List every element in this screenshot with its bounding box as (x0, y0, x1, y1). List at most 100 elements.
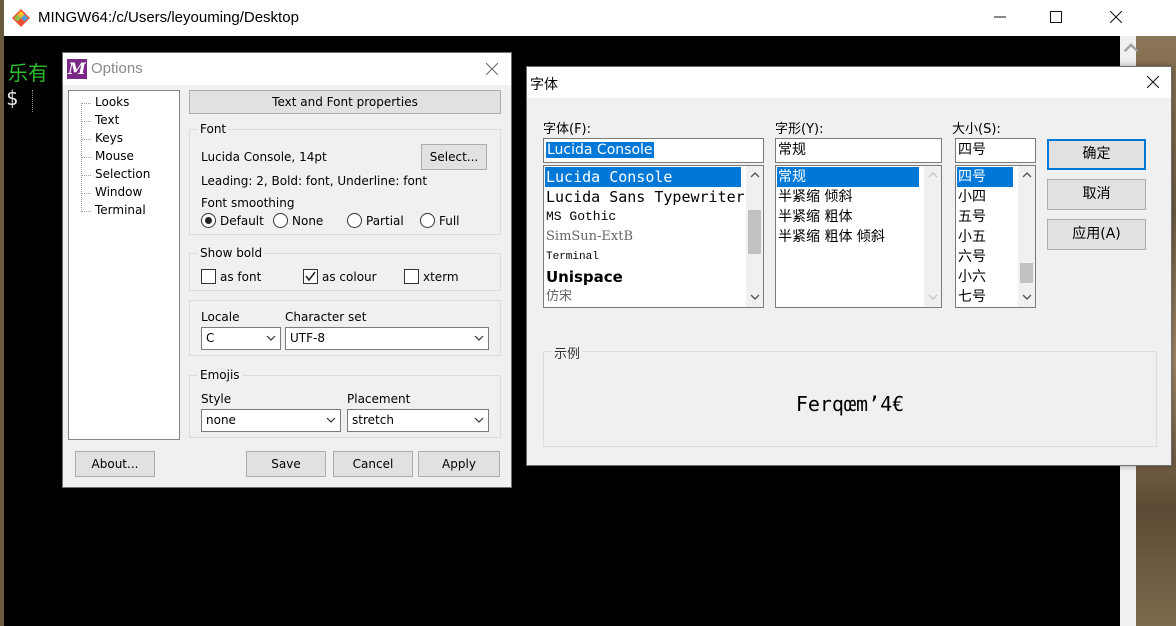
terminal-output-line: 乐有 (8, 61, 48, 85)
radio-partial[interactable] (347, 213, 362, 228)
emoji-placement-select[interactable]: stretch (347, 409, 489, 432)
style-list-item[interactable]: 常规 (777, 167, 919, 187)
radio-partial-label[interactable]: Partial (366, 214, 404, 228)
checkbox-xterm-label[interactable]: xterm (423, 270, 459, 284)
style-list-item[interactable]: 半紧缩 粗体 倾斜 (777, 227, 885, 247)
locale-label: Locale (201, 310, 240, 324)
radio-none-label[interactable]: None (292, 214, 323, 228)
font-list-item[interactable]: Terminal (545, 247, 599, 267)
show-bold-label: Show bold (198, 246, 265, 260)
cancel-button[interactable]: 取消 (1047, 179, 1146, 210)
font-list-item[interactable]: SimSun-ExtB (545, 227, 633, 247)
chevron-down-icon (474, 335, 484, 341)
font-name-input[interactable]: Lucida Console (543, 138, 764, 163)
mintty-app-icon: M (67, 59, 87, 79)
show-bold-group: Show bold as font as colour xterm (189, 246, 501, 291)
font-size-input[interactable]: 四号 (955, 138, 1036, 163)
scrollbar-thumb[interactable] (748, 210, 761, 254)
close-icon (1110, 11, 1122, 23)
close-icon (486, 63, 498, 75)
checkbox-as-font[interactable] (201, 269, 216, 284)
checkbox-as-font-label[interactable]: as font (220, 270, 261, 284)
chevron-down-icon (326, 417, 336, 423)
radio-default-label[interactable]: Default (220, 214, 264, 228)
font-size-label: 大小(S): (952, 122, 1001, 137)
size-list-scrollbar[interactable] (1018, 166, 1035, 307)
scrollbar-thumb[interactable] (1020, 263, 1033, 283)
about-button[interactable]: About... (75, 451, 155, 477)
cancel-button[interactable]: Cancel (333, 451, 413, 477)
font-name-list[interactable]: Lucida Console Lucida Sans Typewriter MS… (543, 165, 764, 308)
tree-item-window[interactable]: Window (95, 185, 142, 199)
checkbox-as-colour[interactable] (303, 269, 318, 284)
font-list-item[interactable]: Lucida Console (545, 167, 741, 187)
style-list-item[interactable]: 半紧缩 粗体 (777, 207, 852, 227)
font-style-input[interactable]: 常规 (775, 138, 942, 163)
font-dialog: 字体 字体(F): 字形(Y): 大小(S): Lucida Console 常… (526, 66, 1172, 466)
close-icon (1147, 76, 1159, 88)
chevron-up-icon[interactable] (750, 172, 760, 178)
style-label: Style (201, 392, 232, 406)
tree-item-terminal[interactable]: Terminal (95, 203, 146, 217)
style-list-item[interactable]: 半紧缩 倾斜 (777, 187, 852, 207)
tree-connector (81, 157, 91, 158)
radio-default[interactable] (201, 213, 216, 228)
select-font-button[interactable]: Select... (421, 144, 487, 170)
chevron-up-icon[interactable] (1022, 172, 1032, 178)
font-list-item[interactable]: MS Gothic (545, 207, 616, 227)
tree-connector (81, 103, 91, 104)
tree-connector (81, 175, 91, 176)
charset-select[interactable]: UTF-8 (285, 327, 489, 350)
emojis-label: Emojis (198, 368, 242, 382)
checkmark-icon (305, 271, 316, 282)
tree-item-selection[interactable]: Selection (95, 167, 150, 181)
options-dialog: M Options Looks Text Keys Mouse Selectio… (62, 52, 512, 488)
chevron-up-icon (928, 172, 938, 178)
font-list-scrollbar[interactable] (746, 166, 763, 307)
minimize-icon (994, 16, 1006, 18)
options-close-button[interactable] (473, 53, 511, 85)
style-list-scrollbar[interactable] (924, 166, 941, 307)
emoji-style-select[interactable]: none (201, 409, 341, 432)
save-button[interactable]: Save (246, 451, 326, 477)
font-group: Font Lucida Console, 14pt Select... Lead… (189, 122, 501, 235)
size-list-item[interactable]: 六号 (957, 247, 986, 267)
size-list-item[interactable]: 四号 (957, 167, 1013, 187)
size-list-item[interactable]: 五号 (957, 207, 986, 227)
locale-select[interactable]: C (201, 327, 281, 350)
size-list-item[interactable]: 小六 (957, 267, 986, 287)
tree-item-looks[interactable]: Looks (95, 95, 129, 109)
size-list-item[interactable]: 小五 (957, 227, 986, 247)
emoji-placement-value: stretch (352, 413, 394, 427)
size-list-item[interactable]: 七号 (957, 287, 986, 307)
size-list-item[interactable]: 小四 (957, 187, 986, 207)
font-size-list[interactable]: 四号 小四 五号 小五 六号 小六 七号 (955, 165, 1036, 308)
checkbox-xterm[interactable] (404, 269, 419, 284)
checkbox-as-colour-label[interactable]: as colour (322, 270, 377, 284)
font-dialog-close-button[interactable] (1135, 67, 1171, 98)
chevron-down-icon[interactable] (750, 294, 760, 300)
chevron-down-icon (266, 335, 276, 341)
font-style-list[interactable]: 常规 半紧缩 倾斜 半紧缩 粗体 半紧缩 粗体 倾斜 (775, 165, 942, 308)
git-logo-icon (12, 9, 30, 27)
scroll-up-icon[interactable] (1123, 40, 1139, 56)
minimize-button[interactable] (972, 0, 1028, 36)
font-size-value: 四号 (958, 142, 986, 158)
font-name-label: 字体(F): (543, 122, 592, 137)
apply-button[interactable]: Apply (418, 451, 500, 477)
tree-item-text[interactable]: Text (95, 113, 119, 127)
maximize-button[interactable] (1028, 0, 1084, 36)
tree-item-keys[interactable]: Keys (95, 131, 123, 145)
font-list-item[interactable]: Unispace (545, 267, 623, 287)
apply-button[interactable]: 应用(A) (1047, 219, 1146, 250)
chevron-down-icon[interactable] (1022, 294, 1032, 300)
tree-item-mouse[interactable]: Mouse (95, 149, 134, 163)
ok-button[interactable]: 确定 (1047, 139, 1146, 170)
font-list-item[interactable]: Lucida Sans Typewriter (545, 187, 745, 207)
radio-full-label[interactable]: Full (439, 214, 460, 228)
close-button[interactable] (1088, 0, 1144, 36)
radio-none[interactable] (273, 213, 288, 228)
radio-full[interactable] (420, 213, 435, 228)
font-list-item[interactable]: 仿宋 (545, 287, 572, 307)
locale-group: Locale Character set C UTF-8 (189, 300, 501, 356)
